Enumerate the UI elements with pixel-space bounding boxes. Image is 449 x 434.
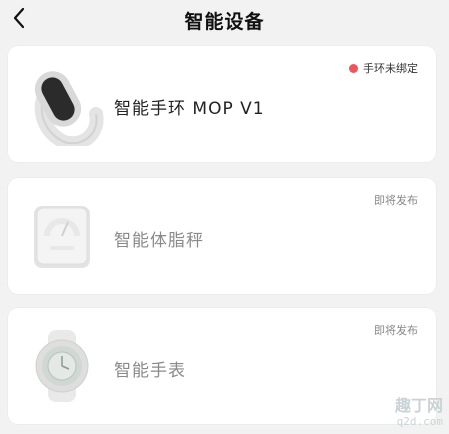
device-card-scale[interactable]: 智能体脂秤 即将发布 (8, 178, 436, 294)
status-dot (349, 63, 358, 73)
site-watermark: 趣丁网 q2d.com (369, 396, 443, 432)
device-name: 智能体脂秤 (114, 231, 204, 251)
band-icon (30, 62, 106, 151)
release-status: 即将发布 (374, 194, 418, 207)
page-title: 智能设备 (184, 11, 265, 33)
release-status: 即将发布 (374, 324, 418, 337)
device-name: 智能手环 MOP V1 (114, 99, 265, 119)
watermark-text: 趣丁网 (394, 396, 443, 415)
watch-icon (30, 324, 106, 408)
binding-status: 手环未绑定 (349, 60, 418, 76)
status-text: 手环未绑定 (363, 62, 418, 75)
device-card-band[interactable]: 智能手环 MOP V1 手环未绑定 (8, 46, 436, 162)
watermark-url: q2d.com (396, 415, 443, 428)
device-name: 智能手表 (114, 361, 186, 381)
top-bar: 智能设备 (0, 0, 449, 40)
scale-icon (30, 194, 106, 278)
